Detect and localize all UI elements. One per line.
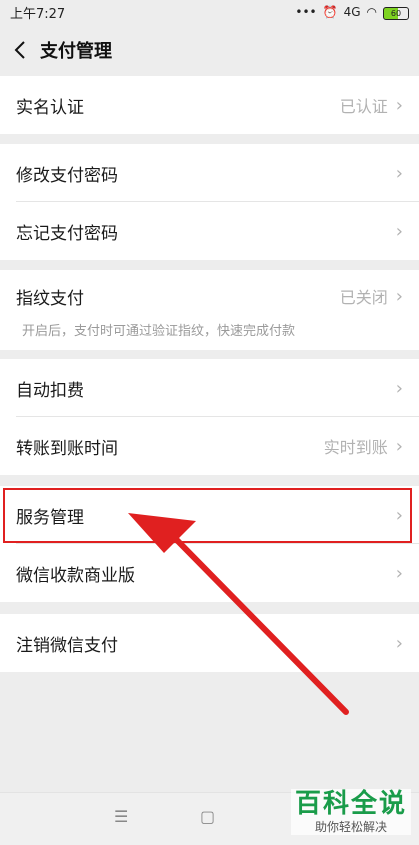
- chevron-right-icon: ›: [395, 94, 403, 116]
- row-label: 忘记支付密码: [16, 223, 118, 244]
- row-cancel-wechat-pay[interactable]: 注销微信支付 ›: [0, 614, 419, 672]
- more-icon: •••: [295, 5, 317, 19]
- group-password: 修改支付密码 › 忘记支付密码 ›: [0, 144, 419, 260]
- watermark: 百科全说 助你轻松解决: [291, 789, 411, 835]
- watermark-title: 百科全说: [294, 789, 407, 819]
- row-label: 转账到账时间: [16, 438, 118, 459]
- back-button[interactable]: [0, 24, 40, 76]
- status-time: 上午7:27: [10, 6, 66, 22]
- status-bar: 上午7:27 ••• ⏰ 4G ◠ 60: [0, 0, 419, 24]
- chevron-left-icon: [14, 41, 25, 59]
- battery-icon: 60: [383, 5, 409, 20]
- row-transfer-time[interactable]: 转账到账时间 实时到账 ›: [0, 417, 419, 475]
- row-label: 自动扣费: [16, 380, 84, 401]
- row-change-password[interactable]: 修改支付密码 ›: [0, 144, 419, 202]
- alarm-icon: ⏰: [322, 5, 338, 19]
- row-fingerprint-pay[interactable]: 指纹支付 已关闭 ›: [0, 270, 419, 322]
- row-value: 已认证: [339, 97, 388, 116]
- page-title: 支付管理: [40, 41, 112, 62]
- row-merchant-edition[interactable]: 微信收款商业版 ›: [0, 544, 419, 602]
- row-value: 已关闭: [339, 288, 388, 307]
- highlight-box: [3, 488, 412, 543]
- group-real-name: 实名认证 已认证 ›: [0, 76, 419, 134]
- chevron-right-icon: ›: [395, 377, 403, 399]
- row-auto-deduct[interactable]: 自动扣费 ›: [0, 359, 419, 417]
- chevron-right-icon: ›: [395, 220, 403, 242]
- group-fingerprint: 指纹支付 已关闭 › 开启后，支付时可通过验证指纹，快速完成付款: [0, 270, 419, 350]
- row-label: 微信收款商业版: [16, 565, 135, 586]
- watermark-subtitle: 助你轻松解决: [314, 820, 387, 834]
- chevron-right-icon: ›: [395, 162, 403, 184]
- chevron-right-icon: ›: [395, 562, 403, 584]
- status-icons: ••• ⏰ 4G ◠ 60: [295, 5, 409, 20]
- group-cancel: 注销微信支付 ›: [0, 614, 419, 672]
- row-label: 修改支付密码: [16, 165, 118, 186]
- chevron-right-icon: ›: [395, 435, 403, 457]
- wifi-icon: ◠: [366, 5, 377, 19]
- row-value: 实时到账: [323, 438, 388, 457]
- chevron-right-icon: ›: [395, 285, 403, 307]
- row-real-name[interactable]: 实名认证 已认证 ›: [0, 76, 419, 134]
- nav-bar: 支付管理: [0, 24, 419, 76]
- row-forgot-password[interactable]: 忘记支付密码 ›: [0, 202, 419, 260]
- battery-level: 60: [383, 6, 409, 20]
- signal-label: 4G: [343, 5, 361, 19]
- menu-icon[interactable]: ☰: [114, 807, 128, 826]
- row-label: 注销微信支付: [16, 635, 118, 656]
- fingerprint-hint: 开启后，支付时可通过验证指纹，快速完成付款: [22, 324, 296, 339]
- row-label: 实名认证: [16, 97, 84, 118]
- home-icon[interactable]: ▢: [200, 807, 215, 826]
- chevron-right-icon: ›: [395, 632, 403, 654]
- group-deduct-transfer: 自动扣费 › 转账到账时间 实时到账 ›: [0, 359, 419, 475]
- row-label: 指纹支付: [16, 288, 84, 309]
